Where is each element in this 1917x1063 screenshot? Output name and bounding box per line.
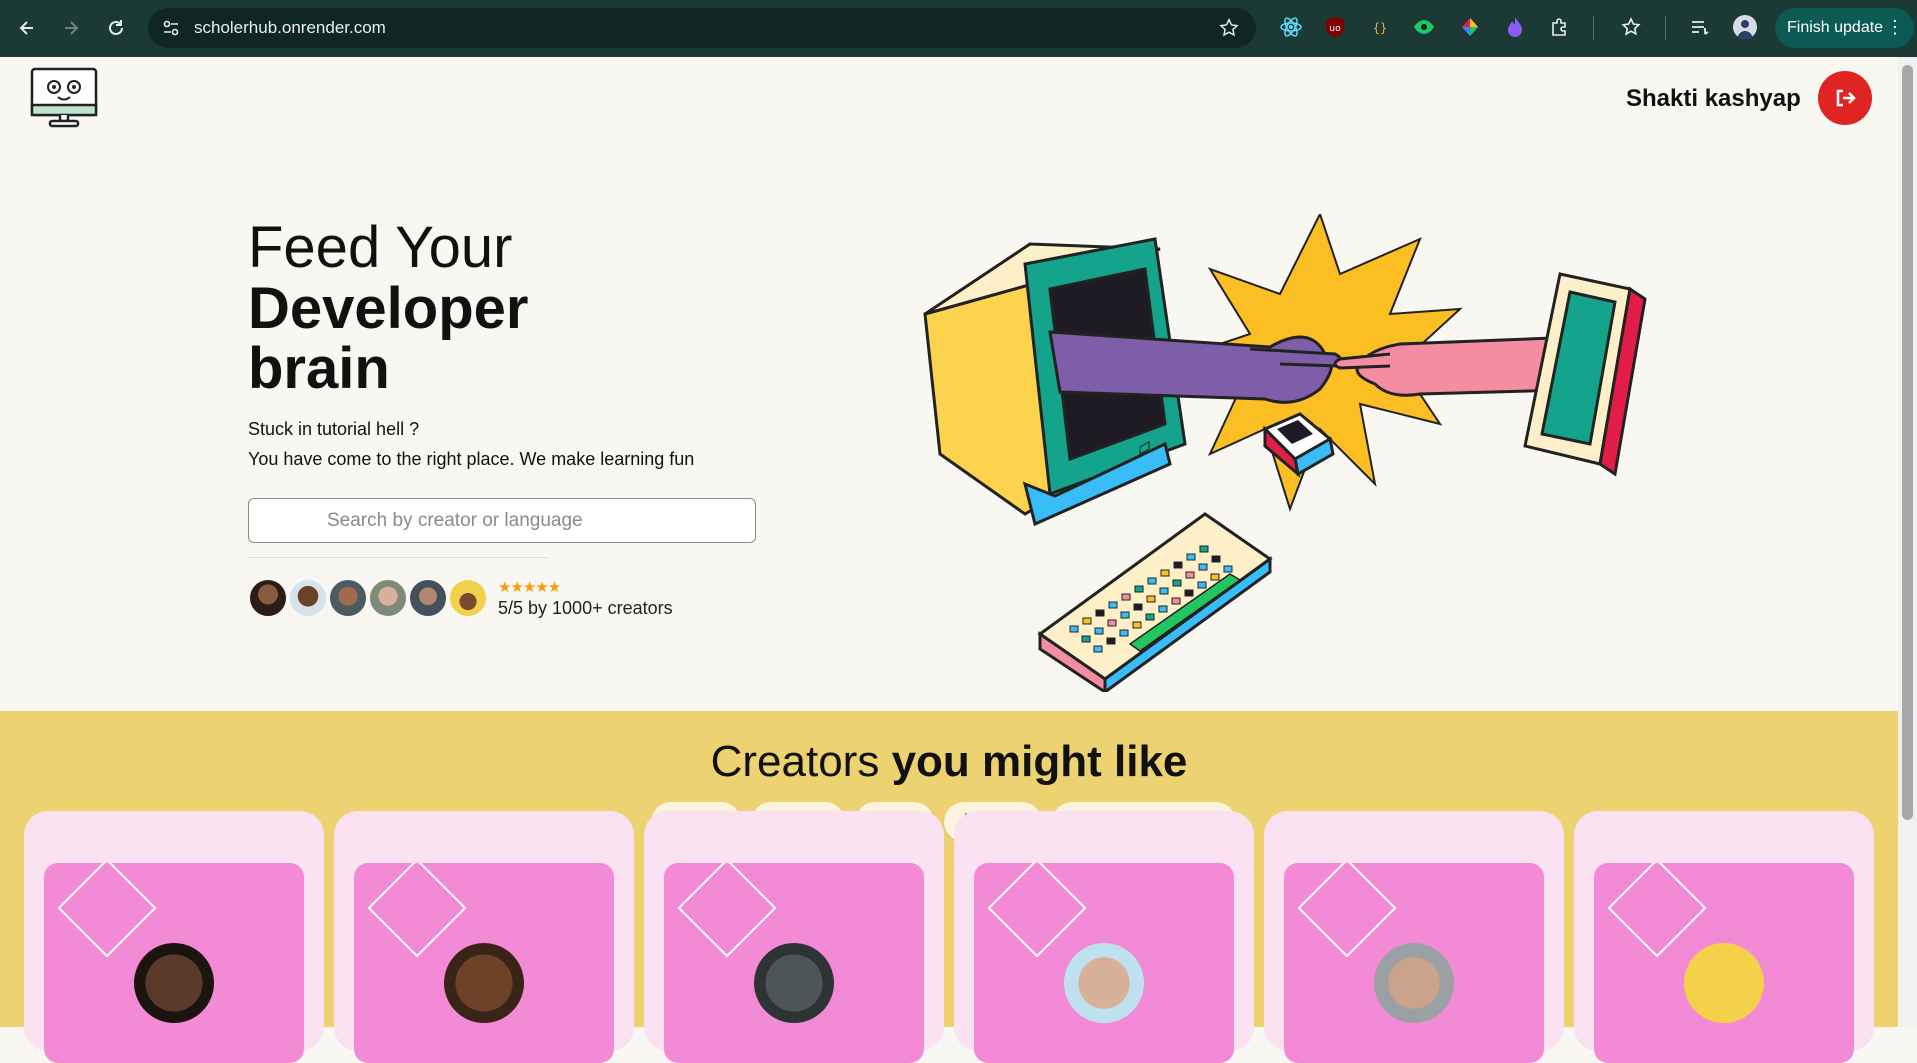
creator-card[interactable] <box>1574 811 1874 1063</box>
logo-icon[interactable] <box>30 67 98 129</box>
json-viewer-icon[interactable]: {} <box>1368 15 1392 39</box>
avatar <box>444 943 524 1023</box>
creator-card-image <box>974 863 1234 1063</box>
username: Shakti kashyap <box>1626 85 1801 112</box>
avatar <box>1064 943 1144 1023</box>
logout-icon <box>1836 89 1856 107</box>
hero-subtitle-line1: Stuck in tutorial hell ? <box>248 419 420 439</box>
logout-button[interactable] <box>1818 71 1872 125</box>
flame-extension-icon[interactable] <box>1503 15 1527 39</box>
toolbar-separator <box>1665 16 1666 40</box>
rating-text: 5/5 by 1000+ creators <box>498 598 673 618</box>
creators-title-light: Creators <box>710 737 892 786</box>
avatar <box>408 578 448 618</box>
avatar <box>368 578 408 618</box>
profile-avatar-icon[interactable] <box>1733 15 1757 39</box>
forward-icon[interactable] <box>59 16 83 40</box>
toolbar-separator <box>1593 16 1594 40</box>
diamond-decoration <box>1607 863 1707 958</box>
scrollbar[interactable] <box>1898 57 1917 1027</box>
creator-avatars <box>248 578 488 618</box>
avatar <box>248 578 288 618</box>
avatar <box>448 578 488 618</box>
rating-stars: ★★★★★ <box>498 578 561 596</box>
creator-card-image <box>1594 863 1854 1063</box>
bookmark-star-icon[interactable] <box>1218 17 1240 39</box>
avatar <box>1374 943 1454 1023</box>
hero-divider <box>248 557 548 558</box>
hero-illustration <box>923 214 1647 692</box>
creator-card-image <box>664 863 924 1063</box>
hero-title-line2: Developer <box>248 276 529 341</box>
ublock-icon[interactable]: uo <box>1323 15 1347 39</box>
creator-card-image <box>1284 863 1544 1063</box>
finish-update-button[interactable]: Finish update ⋮ <box>1775 8 1914 48</box>
finish-update-label: Finish update <box>1787 19 1884 36</box>
extensions-puzzle-icon[interactable] <box>1548 15 1572 39</box>
diamond-decoration <box>367 863 467 958</box>
color-picker-icon[interactable] <box>1458 15 1482 39</box>
bookmarks-star-icon[interactable] <box>1619 15 1643 39</box>
creator-card-image <box>44 863 304 1063</box>
creators-title: Creators you might like <box>0 737 1898 787</box>
hero-title-line1: Feed Your <box>248 215 513 280</box>
back-icon[interactable] <box>15 16 39 40</box>
avatar <box>754 943 834 1023</box>
diamond-decoration <box>987 863 1087 958</box>
creator-card[interactable] <box>334 811 634 1063</box>
search-input[interactable] <box>248 498 756 543</box>
svg-text:{}: {} <box>1373 21 1387 35</box>
creator-card[interactable] <box>954 811 1254 1063</box>
reload-icon[interactable] <box>104 16 128 40</box>
avatar <box>288 578 328 618</box>
scrollbar-thumb[interactable] <box>1902 65 1913 820</box>
creator-card[interactable] <box>24 811 324 1063</box>
creator-card[interactable] <box>1264 811 1564 1063</box>
diamond-decoration <box>57 863 157 958</box>
hero-title-line3: brain <box>248 336 390 401</box>
address-bar[interactable]: scholerhub.onrender.com <box>148 8 1256 48</box>
avatar <box>1684 943 1764 1023</box>
creator-card-image <box>354 863 614 1063</box>
diamond-decoration <box>1297 863 1397 958</box>
svg-text:uo: uo <box>1329 24 1341 34</box>
hero-subtitle-line2: You have come to the right place. We mak… <box>248 449 695 469</box>
creator-card[interactable] <box>644 811 944 1063</box>
more-menu-icon[interactable]: ⋮ <box>1886 18 1904 36</box>
eye-extension-icon[interactable] <box>1412 15 1436 39</box>
diamond-decoration <box>677 863 777 958</box>
react-devtools-icon[interactable] <box>1279 15 1303 39</box>
browser-toolbar: scholerhub.onrender.com uo {} Finish upd… <box>0 0 1917 57</box>
site-info-icon[interactable] <box>162 19 180 37</box>
reading-list-icon[interactable] <box>1688 15 1712 39</box>
avatar <box>328 578 368 618</box>
url-text[interactable]: scholerhub.onrender.com <box>194 18 386 38</box>
creators-title-bold: you might like <box>891 737 1188 786</box>
avatar <box>134 943 214 1023</box>
